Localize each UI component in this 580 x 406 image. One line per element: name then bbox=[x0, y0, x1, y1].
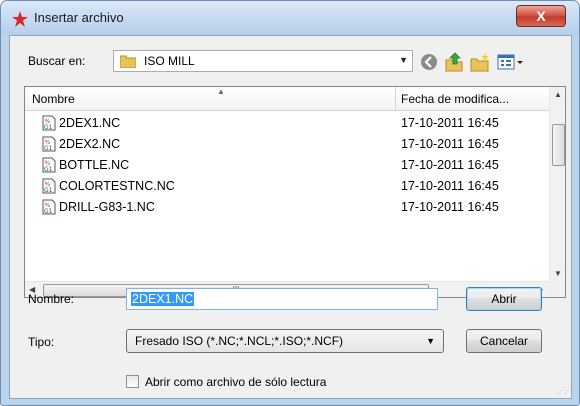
vertical-scroll-thumb[interactable] bbox=[552, 124, 565, 166]
vertical-scrollbar[interactable]: ▲ ▼ bbox=[549, 87, 565, 281]
file-row[interactable]: % G1 DRILL-G83-1.NC 17-10-2011 16:45 bbox=[25, 197, 549, 218]
look-in-dropdown[interactable]: ISO MILL ▼ bbox=[113, 50, 413, 72]
file-row[interactable]: % G1 BOTTLE.NC 17-10-2011 16:45 bbox=[25, 155, 549, 176]
file-date: 17-10-2011 16:45 bbox=[401, 116, 499, 130]
window-title: Insertar archivo bbox=[34, 10, 124, 25]
open-button[interactable]: Abrir bbox=[466, 287, 542, 311]
sort-up-icon: ▲ bbox=[217, 87, 225, 96]
file-row[interactable]: % G1 2DEX1.NC 17-10-2011 16:45 bbox=[25, 113, 549, 134]
look-in-label: Buscar en: bbox=[28, 54, 86, 68]
file-date: 17-10-2011 16:45 bbox=[401, 200, 499, 214]
file-row[interactable]: % G1 2DEX2.NC 17-10-2011 16:45 bbox=[25, 134, 549, 155]
file-date: 17-10-2011 16:45 bbox=[401, 137, 499, 151]
svg-text:G1: G1 bbox=[44, 208, 53, 215]
column-date-header[interactable]: Fecha de modifica... bbox=[401, 92, 509, 106]
svg-text:G1: G1 bbox=[44, 187, 53, 194]
file-list[interactable]: Nombre ▲ Fecha de modifica... % G1 2DEX1… bbox=[24, 86, 566, 298]
close-icon: X bbox=[536, 8, 546, 24]
title-bar[interactable]: Insertar archivo X bbox=[1, 1, 579, 35]
dialog-window: Insertar archivo X Buscar en: ISO MILL ▼ bbox=[0, 0, 580, 406]
file-name-value: 2DEX1.NC bbox=[131, 292, 195, 306]
file-name: DRILL-G83-1.NC bbox=[59, 200, 155, 214]
nc-file-icon: % G1 bbox=[42, 136, 56, 152]
name-label: Nombre: bbox=[28, 292, 75, 306]
column-header-row: Nombre ▲ Fecha de modifica... bbox=[25, 87, 549, 111]
file-name: 2DEX1.NC bbox=[59, 116, 121, 130]
readonly-label[interactable]: Abrir como archivo de sólo lectura bbox=[145, 375, 326, 389]
close-button[interactable]: X bbox=[516, 5, 566, 27]
svg-text:G1: G1 bbox=[44, 124, 53, 131]
file-type-value: Fresado ISO (*.NC;*.NCL;*.ISO;*.NCF) bbox=[135, 334, 344, 348]
file-row[interactable]: % G1 COLORTESTNC.NC 17-10-2011 16:45 bbox=[25, 176, 549, 197]
chevron-down-icon: ▼ bbox=[426, 336, 435, 346]
file-type-select[interactable]: Fresado ISO (*.NC;*.NCL;*.ISO;*.NCF) ▼ bbox=[126, 329, 444, 353]
folder-icon bbox=[120, 55, 136, 68]
type-label: Tipo: bbox=[28, 335, 55, 349]
column-divider[interactable] bbox=[395, 87, 396, 111]
cancel-button[interactable]: Cancelar bbox=[466, 329, 542, 353]
file-name: COLORTESTNC.NC bbox=[59, 179, 175, 193]
file-name: BOTTLE.NC bbox=[59, 158, 130, 172]
nc-file-icon: % G1 bbox=[42, 178, 56, 194]
svg-text:G1: G1 bbox=[44, 166, 53, 173]
scrollbar-corner bbox=[549, 281, 565, 297]
svg-text:G1: G1 bbox=[44, 145, 53, 152]
up-folder-icon[interactable] bbox=[443, 51, 465, 73]
nc-file-icon: % G1 bbox=[42, 115, 56, 131]
file-date: 17-10-2011 16:45 bbox=[401, 158, 499, 172]
scroll-down-icon[interactable]: ▼ bbox=[554, 269, 562, 278]
readonly-checkbox[interactable] bbox=[126, 375, 139, 388]
file-date: 17-10-2011 16:45 bbox=[401, 179, 499, 193]
new-folder-icon[interactable] bbox=[469, 51, 491, 73]
chevron-down-icon: ▼ bbox=[399, 55, 408, 65]
file-name-field[interactable]: 2DEX1.NC bbox=[126, 288, 438, 310]
look-in-value: ISO MILL bbox=[144, 54, 195, 68]
scroll-up-icon[interactable]: ▲ bbox=[554, 90, 562, 99]
dialog-client: Buscar en: ISO MILL ▼ Nombre ▲ Fecha de … bbox=[9, 35, 572, 399]
column-name-header[interactable]: Nombre bbox=[32, 92, 75, 106]
nc-file-icon: % G1 bbox=[42, 199, 56, 215]
view-menu-icon[interactable] bbox=[496, 51, 526, 73]
file-name: 2DEX2.NC bbox=[59, 137, 121, 151]
app-star-icon bbox=[12, 11, 28, 27]
resize-grip-icon[interactable]: ⋰⋰ bbox=[557, 386, 572, 395]
nc-file-icon: % G1 bbox=[42, 157, 56, 173]
back-icon[interactable] bbox=[418, 51, 440, 73]
